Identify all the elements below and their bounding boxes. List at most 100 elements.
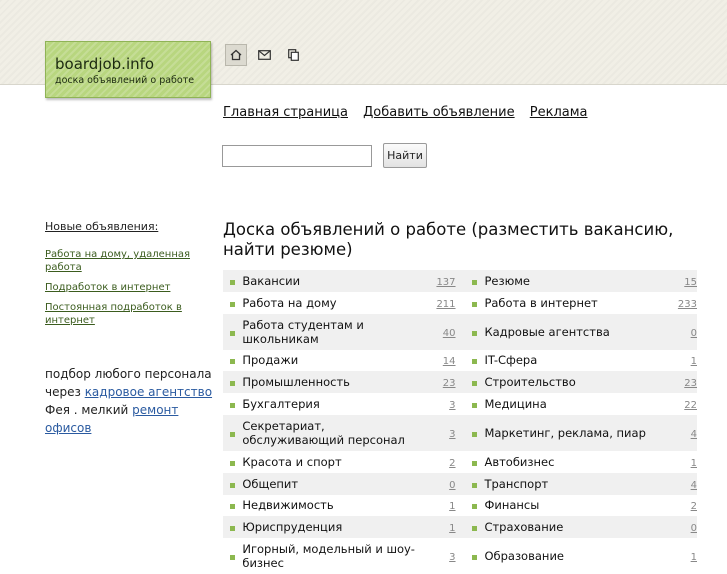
promo-link-agency[interactable]: кадровое агентство <box>85 385 212 399</box>
bullet-icon <box>223 371 243 394</box>
column-gap <box>456 451 466 473</box>
category-name[interactable]: Транспорт <box>484 472 671 495</box>
category-row: Работа студентам и школьникам 40 Кадровые … <box>223 313 697 350</box>
category-count[interactable]: 4 <box>691 480 697 491</box>
category-name[interactable]: Страхование <box>484 516 671 539</box>
bullet-icon <box>465 451 484 473</box>
category-name[interactable]: Автобизнес <box>484 451 670 473</box>
category-count[interactable]: 0 <box>691 523 697 534</box>
category-name[interactable]: Юриспруденция <box>242 516 429 539</box>
category-count[interactable]: 2 <box>691 501 697 512</box>
category-count-cell: 40 <box>428 313 456 350</box>
main-nav: Главная страница Добавить объявление Рек… <box>223 105 599 120</box>
category-name[interactable]: Секретариат, обслуживающий персонал <box>242 414 429 451</box>
bullet-icon <box>465 292 484 314</box>
category-count[interactable]: 3 <box>449 429 455 440</box>
bullet-icon <box>465 472 485 495</box>
category-row: Продажи 14 IT-Сфера 1 <box>223 350 697 372</box>
column-gap <box>455 414 466 451</box>
category-count[interactable]: 0 <box>691 328 697 339</box>
category-count[interactable]: 3 <box>449 552 455 563</box>
category-count[interactable]: 4 <box>691 429 697 440</box>
category-row: Игорный, модельный и шоу-бизнес 3 Образова… <box>223 538 697 574</box>
category-name[interactable]: Работа студентам и школьникам <box>242 313 429 350</box>
bullet-icon <box>465 371 485 394</box>
category-name[interactable]: Строительство <box>484 371 671 394</box>
category-name[interactable]: Кадровые агентства <box>484 313 671 350</box>
category-name[interactable]: Маркетинг, реклама, пиар <box>484 414 671 451</box>
category-count[interactable]: 1 <box>691 552 697 563</box>
category-name[interactable]: Медицина <box>484 393 670 415</box>
mail-icon[interactable] <box>253 44 275 66</box>
category-name[interactable]: Игорный, модельный и шоу-бизнес <box>242 538 429 574</box>
column-gap <box>456 495 466 517</box>
bullet-icon <box>465 495 484 517</box>
sidebar-item-link[interactable]: Постоянная подработок в интернет <box>45 302 182 326</box>
nav-ads-link[interactable]: Реклама <box>530 105 588 120</box>
bullet-icon <box>223 313 243 350</box>
category-count-cell: 137 <box>428 270 456 292</box>
category-count[interactable]: 1 <box>449 501 455 512</box>
category-name[interactable]: Вакансии <box>242 270 429 292</box>
category-name[interactable]: Общепит <box>242 472 429 495</box>
category-count[interactable]: 22 <box>684 400 697 411</box>
category-count-cell: 3 <box>429 538 455 574</box>
copy-icon[interactable] <box>282 44 304 66</box>
bullet-icon <box>465 270 485 292</box>
category-count-cell: 1 <box>429 495 455 517</box>
category-row: Работа на дому 211 Работа в интернет 233 <box>223 292 697 314</box>
category-name[interactable]: Красота и спорт <box>242 451 429 473</box>
category-count[interactable]: 23 <box>684 378 697 389</box>
search-button[interactable]: Найти <box>383 143 427 168</box>
category-name[interactable]: Резюме <box>484 270 671 292</box>
sidebar-list: Работа на дому, удаленная работа Подрабо… <box>45 248 217 334</box>
sidebar-promo: подбор любого персонала через кадровое а… <box>45 365 223 437</box>
category-name[interactable]: Продажи <box>242 350 429 372</box>
category-count[interactable]: 137 <box>436 277 455 288</box>
logo-title: boardjob.info <box>55 55 155 73</box>
category-count[interactable]: 3 <box>449 400 455 411</box>
bullet-icon <box>223 495 242 517</box>
sidebar-list-item: Работа на дому, удаленная работа <box>45 248 217 274</box>
sidebar-heading[interactable]: Новые объявления: <box>45 220 158 233</box>
category-count-cell: 211 <box>429 292 455 314</box>
site-logo[interactable]: boardjob.info доска объявлений о работе <box>45 41 211 98</box>
nav-home-link[interactable]: Главная страница <box>223 105 348 120</box>
category-count-cell: 0 <box>670 313 697 350</box>
category-name[interactable]: IT-Сфера <box>484 350 670 372</box>
category-count[interactable]: 14 <box>443 356 456 367</box>
column-gap <box>456 350 466 372</box>
category-count[interactable]: 1 <box>449 523 455 534</box>
category-count[interactable]: 1 <box>691 458 697 469</box>
category-count[interactable]: 2 <box>449 458 455 469</box>
bullet-icon <box>465 313 485 350</box>
category-count[interactable]: 0 <box>449 480 455 491</box>
category-name[interactable]: Работа на дому <box>242 292 429 314</box>
bullet-icon <box>223 538 242 574</box>
category-count[interactable]: 233 <box>678 299 697 310</box>
category-count-cell: 1 <box>670 451 697 473</box>
category-count[interactable]: 40 <box>443 328 456 339</box>
category-row: Вакансии 137 Резюме 15 <box>223 270 697 292</box>
category-row: Юриспруденция 1 Страхование 0 <box>223 516 697 539</box>
category-name[interactable]: Недвижимость <box>242 495 429 517</box>
search-input[interactable] <box>222 145 372 167</box>
category-count[interactable]: 211 <box>436 299 455 310</box>
category-row: Красота и спорт 2 Автобизнес 1 <box>223 451 697 473</box>
category-name[interactable]: Бухгалтерия <box>242 393 429 415</box>
category-name[interactable]: Промышленность <box>242 371 429 394</box>
category-count[interactable]: 1 <box>691 356 697 367</box>
category-name[interactable]: Образование <box>484 538 670 574</box>
nav-add-link[interactable]: Добавить объявление <box>363 105 514 120</box>
category-row: Промышленность 23 Строительство 23 <box>223 371 697 394</box>
category-count-cell: 4 <box>670 472 697 495</box>
sidebar-item-link[interactable]: Подработок в интернет <box>45 282 170 293</box>
category-count-cell: 2 <box>429 451 455 473</box>
category-name[interactable]: Финансы <box>484 495 670 517</box>
category-count[interactable]: 15 <box>684 277 697 288</box>
category-count[interactable]: 23 <box>443 378 456 389</box>
bullet-icon <box>223 472 243 495</box>
sidebar-item-link[interactable]: Работа на дому, удаленная работа <box>45 249 190 273</box>
category-name[interactable]: Работа в интернет <box>484 292 670 314</box>
home-icon[interactable] <box>225 44 247 66</box>
